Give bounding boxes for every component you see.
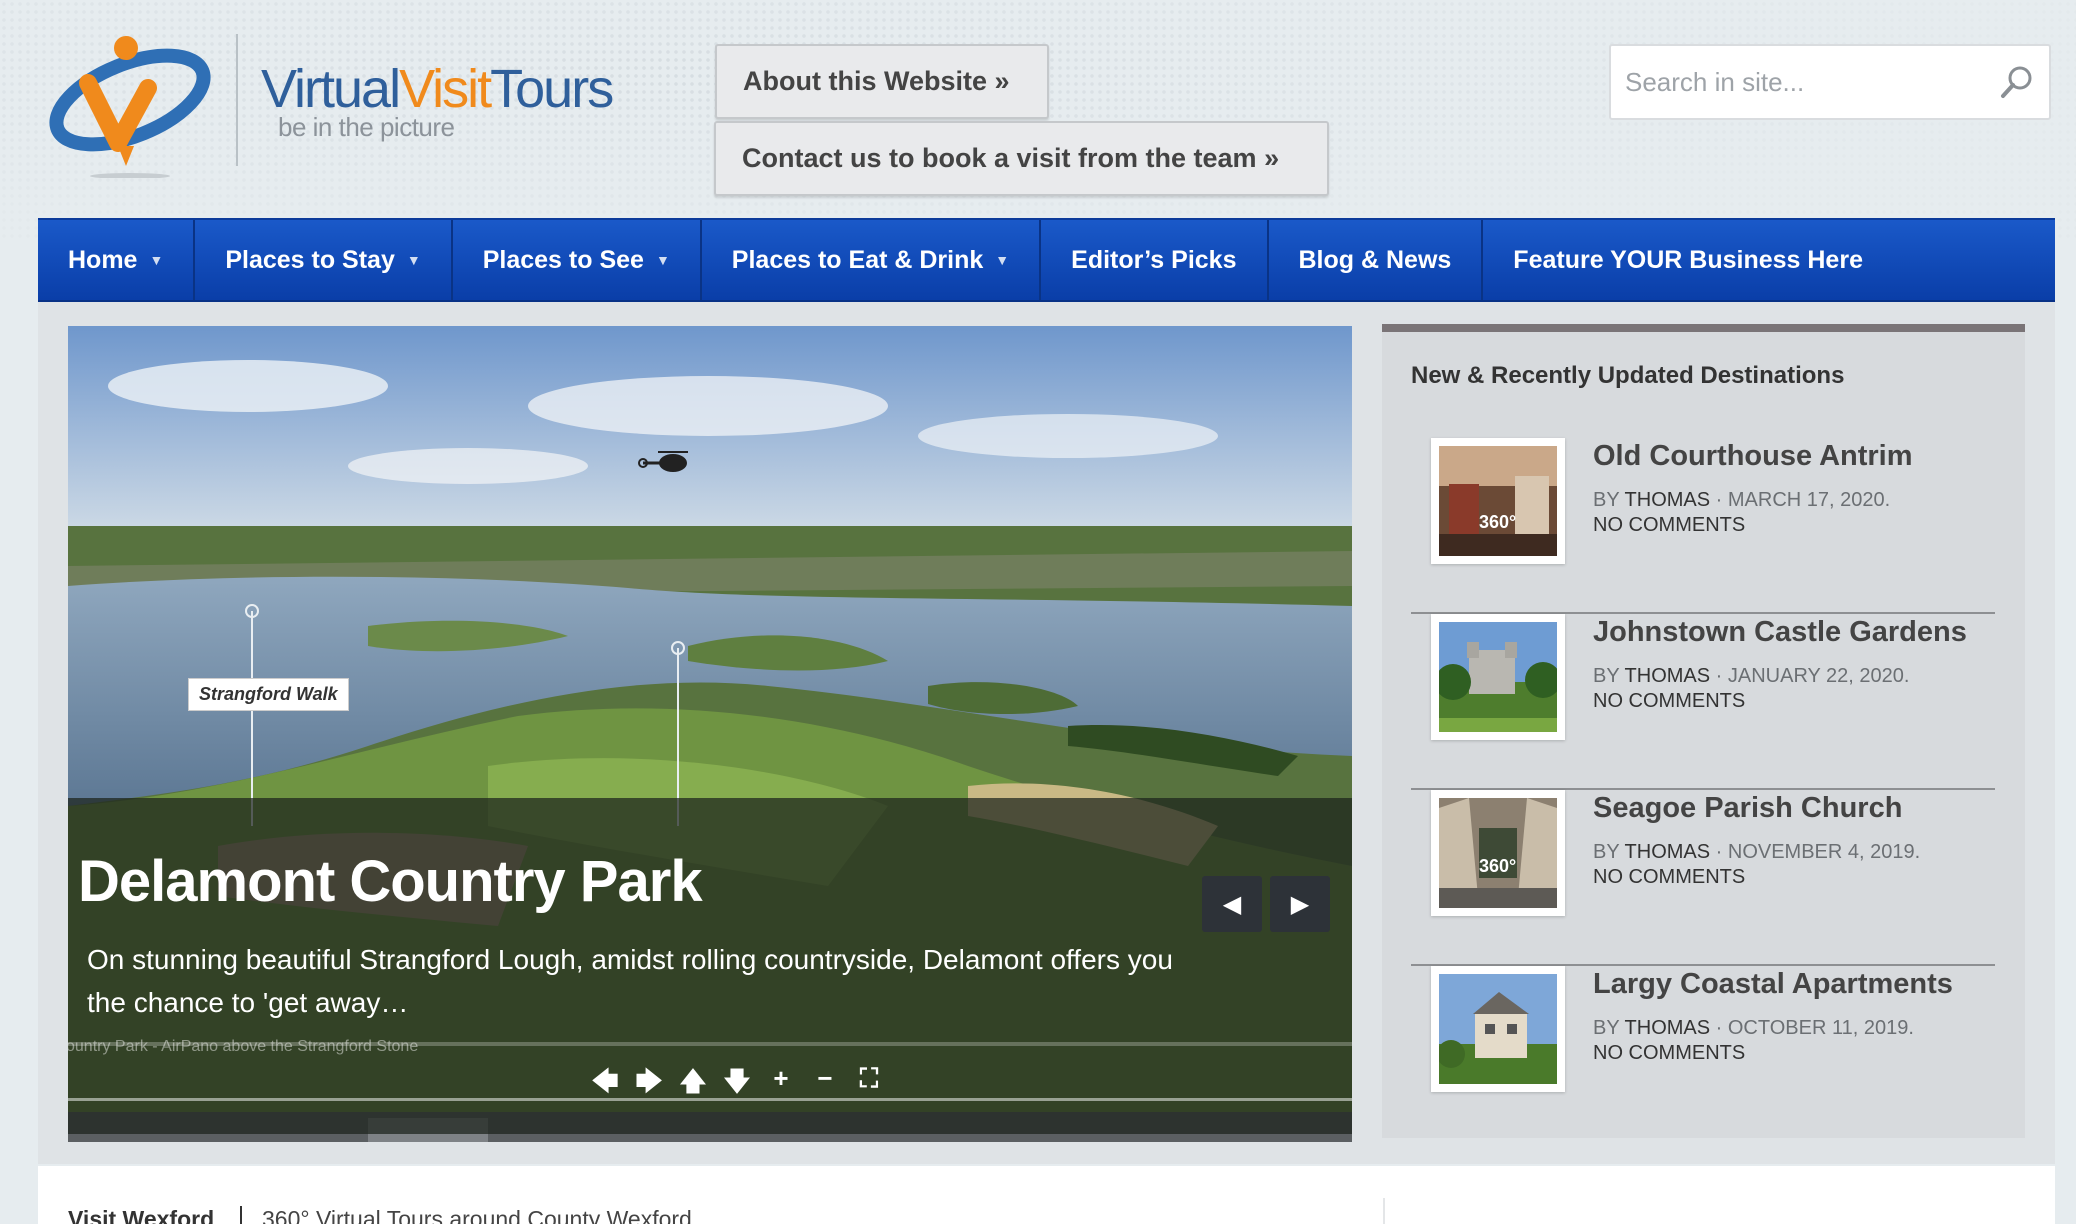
author-link[interactable]: THOMAS: [1625, 841, 1711, 863]
nav-item-home[interactable]: Home ▼: [38, 220, 196, 300]
comments-link[interactable]: NO COMMENTS: [1593, 1042, 1745, 1065]
destination-title[interactable]: Johnstown Castle Gardens: [1593, 616, 1967, 649]
chevron-down-icon: ▼: [149, 252, 164, 268]
destination-meta: BY THOMAS · MARCH 17, 2020.: [1593, 489, 1891, 511]
destination-meta: BY THOMAS · JANUARY 22, 2020.: [1593, 665, 1910, 687]
slide-title[interactable]: Delamont Country Park: [78, 848, 703, 915]
logo-divider: [236, 34, 238, 166]
recent-destinations-sidebar: New & Recently Updated Destinations 360°…: [1382, 324, 2025, 1138]
slider-prev-button[interactable]: ◀: [1202, 876, 1262, 932]
author-link[interactable]: THOMAS: [1625, 489, 1711, 511]
slide-description: On stunning beautiful Strangford Lough, …: [87, 944, 1173, 1018]
pan-right-icon[interactable]: 🡆: [632, 1063, 666, 1096]
about-website-button[interactable]: About this Website »: [715, 44, 1049, 119]
search-icon[interactable]: [1999, 64, 2035, 100]
section-subtitle: 360° Virtual Tours around County Wexford: [262, 1206, 692, 1224]
destination-title[interactable]: Largy Coastal Apartments: [1593, 968, 1953, 1001]
chevron-down-icon: ▼: [655, 252, 670, 268]
pan-up-icon[interactable]: 🡅: [676, 1063, 710, 1096]
logo-mark-icon: [49, 36, 211, 178]
site-logo[interactable]: VirtualVisitTours be in the picture: [48, 28, 638, 188]
destination-thumbnail[interactable]: 360°: [1431, 790, 1565, 916]
contact-book-visit-button[interactable]: Contact us to book a visit from the team…: [714, 121, 1329, 196]
destination-title[interactable]: Seagoe Parish Church: [1593, 792, 1902, 825]
search-input[interactable]: [1611, 46, 1991, 118]
section-header-strip: Visit Wexford 360° Virtual Tours around …: [38, 1166, 2055, 1224]
badge-360: 360°: [1479, 512, 1516, 532]
nav-item-editors-picks[interactable]: Editor’s Picks: [1041, 220, 1269, 300]
logo-tagline: be in the picture: [278, 112, 455, 142]
badge-360: 360°: [1479, 856, 1516, 876]
comments-link[interactable]: NO COMMENTS: [1593, 866, 1745, 889]
main-navigation: Home ▼ Places to Stay ▼ Places to See ▼ Pla…: [38, 218, 2055, 302]
pan-down-icon[interactable]: 🡇: [720, 1063, 754, 1096]
comments-link[interactable]: NO COMMENTS: [1593, 690, 1745, 713]
destination-item[interactable]: Largy Coastal Apartments BY THOMAS · OCT…: [1411, 966, 1995, 1142]
featured-slider[interactable]: Strangford Walk Delamont Country Park On…: [68, 326, 1352, 1142]
panorama-label: ountry Park - AirPano above the Strangfo…: [68, 1038, 419, 1055]
fullscreen-icon[interactable]: ⛶: [852, 1063, 886, 1093]
column-divider: [1383, 1198, 1385, 1224]
slider-next-button[interactable]: ▶: [1270, 876, 1330, 932]
panorama-controls: 🡄 🡆 🡅 🡇 + − ⛶: [588, 1063, 886, 1096]
author-link[interactable]: THOMAS: [1625, 665, 1711, 687]
destination-thumbnail[interactable]: [1431, 614, 1565, 740]
destination-item[interactable]: 360° Old Courthouse Antrim BY THOMAS · M…: [1411, 438, 1995, 614]
nav-item-places-to-see[interactable]: Places to See ▼: [453, 220, 702, 300]
author-link[interactable]: THOMAS: [1625, 1017, 1711, 1039]
hotspot-label[interactable]: Strangford Walk: [188, 678, 349, 711]
panorama-divider: [68, 1098, 1352, 1101]
sidebar-title: New & Recently Updated Destinations: [1411, 362, 1845, 389]
destination-title[interactable]: Old Courthouse Antrim: [1593, 440, 1913, 473]
chevron-down-icon: ▼: [406, 252, 421, 268]
destination-item[interactable]: Johnstown Castle Gardens BY THOMAS · JAN…: [1411, 614, 1995, 790]
logo-wordmark: VirtualVisitTours: [261, 59, 614, 119]
destination-item[interactable]: 360° Seagoe Parish Church BY THOMAS · NO…: [1411, 790, 1995, 966]
destination-thumbnail[interactable]: [1431, 966, 1565, 1092]
pan-left-icon[interactable]: 🡄: [588, 1063, 622, 1096]
comments-link[interactable]: NO COMMENTS: [1593, 514, 1745, 537]
zoom-in-icon[interactable]: +: [764, 1063, 798, 1093]
title-divider: [240, 1206, 242, 1224]
zoom-out-icon[interactable]: −: [808, 1063, 842, 1093]
chevron-down-icon: ▼: [995, 252, 1010, 268]
section-title[interactable]: Visit Wexford: [68, 1206, 214, 1224]
search-box: [1609, 44, 2051, 120]
nav-item-places-to-eat-drink[interactable]: Places to Eat & Drink ▼: [702, 220, 1042, 300]
nav-item-blog-news[interactable]: Blog & News: [1269, 220, 1484, 300]
destination-thumbnail[interactable]: 360°: [1431, 438, 1565, 564]
destination-meta: BY THOMAS · NOVEMBER 4, 2019.: [1593, 841, 1921, 863]
nav-item-feature-business[interactable]: Feature YOUR Business Here: [1483, 220, 1893, 300]
slider-caption: Delamont Country Park On stunning beauti…: [68, 798, 1352, 1134]
nav-item-places-to-stay[interactable]: Places to Stay ▼: [195, 220, 453, 300]
panorama-progress-bar: [68, 1042, 1352, 1046]
destination-meta: BY THOMAS · OCTOBER 11, 2019.: [1593, 1017, 1914, 1039]
